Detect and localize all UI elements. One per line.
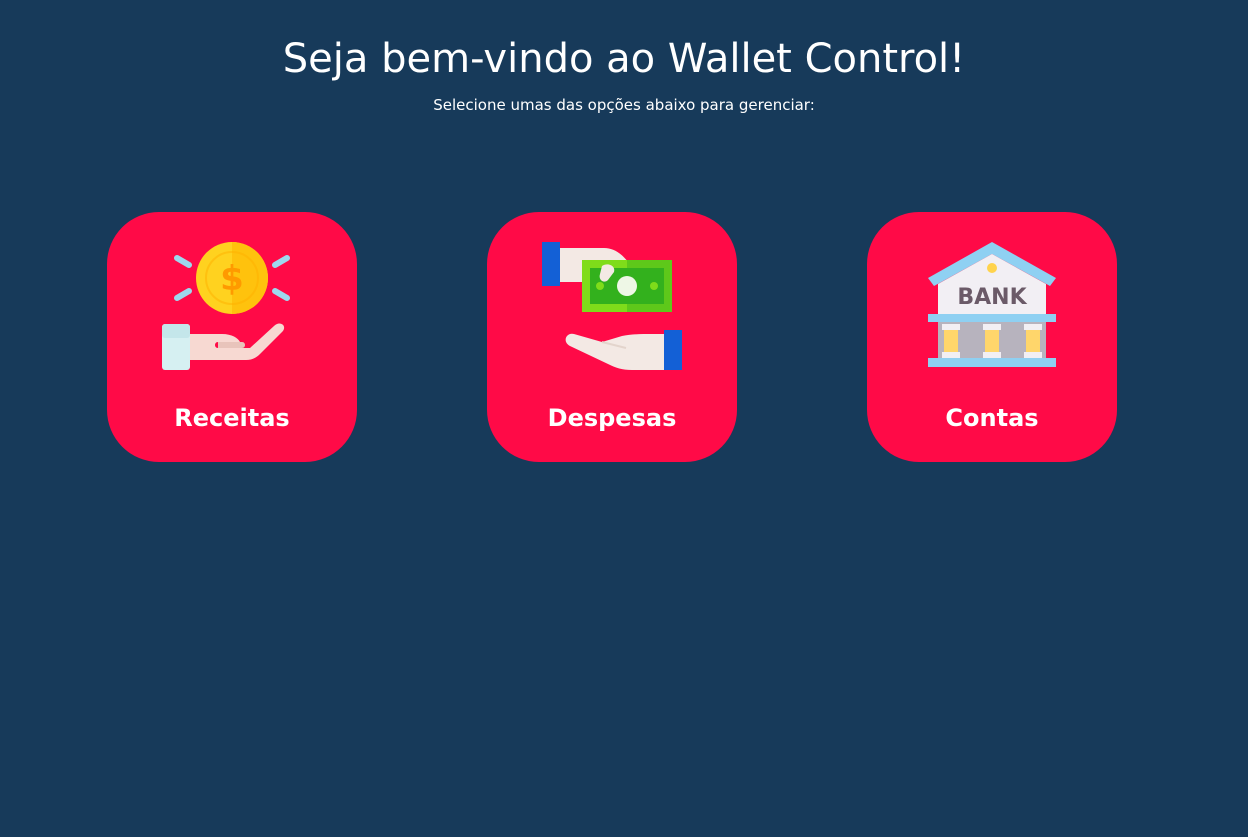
bank-icon-text: BANK bbox=[957, 285, 1027, 310]
despesas-label: Despesas bbox=[547, 404, 677, 432]
page-title: Seja bem-vindo ao Wallet Control! bbox=[282, 36, 966, 82]
home-page: Seja bem-vindo ao Wallet Control! Seleci… bbox=[0, 0, 1248, 837]
receitas-label: Receitas bbox=[174, 404, 290, 432]
contas-label: Contas bbox=[945, 404, 1039, 432]
svg-text:$: $ bbox=[220, 259, 244, 299]
receitas-card[interactable]: $ Receitas bbox=[107, 212, 357, 462]
bank-icon: BANK bbox=[928, 242, 1056, 367]
page-subtitle: Selecione umas das opções abaixo para ge… bbox=[433, 96, 815, 114]
contas-card[interactable]: BANK Contas bbox=[867, 212, 1117, 462]
hand-coin-icon: $ bbox=[162, 242, 290, 370]
despesas-card[interactable]: Despesas bbox=[487, 212, 737, 462]
money-transfer-icon bbox=[542, 242, 682, 370]
